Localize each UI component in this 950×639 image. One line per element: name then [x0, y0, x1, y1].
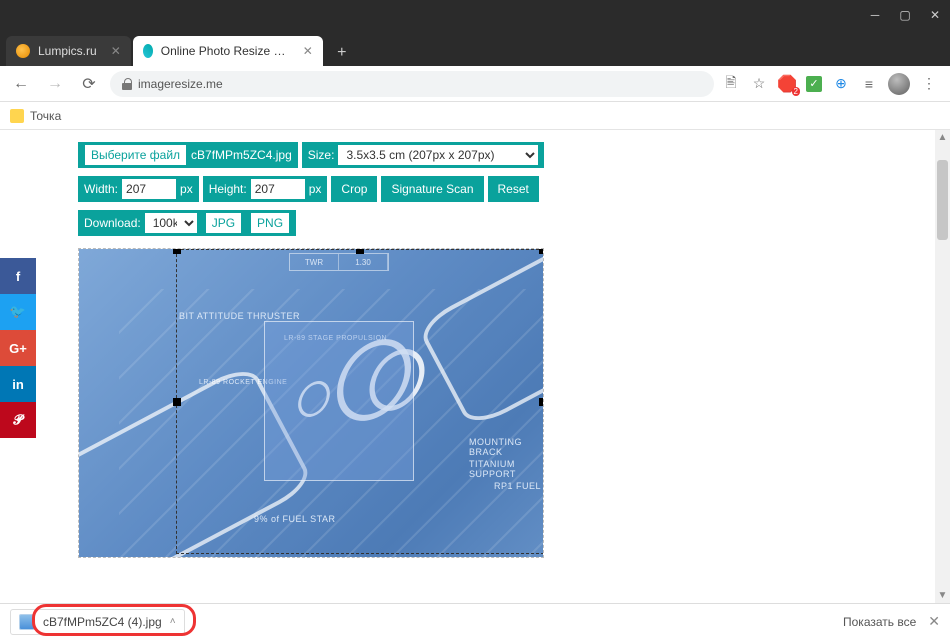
translate-icon[interactable]: 🖹: [722, 75, 740, 93]
downloads-bar-close-button[interactable]: ✕: [928, 613, 940, 630]
crop-bounds[interactable]: [176, 249, 544, 554]
favicon-icon: [143, 44, 153, 58]
vertical-scrollbar[interactable]: ▲ ▼: [935, 130, 950, 603]
width-unit: px: [180, 182, 193, 196]
width-label: Width:: [84, 182, 118, 196]
size-select[interactable]: 3.5x3.5 cm (207px x 207px): [338, 145, 538, 165]
window-titlebar: ─ ▢ ✕: [0, 0, 950, 30]
file-image-icon: [19, 614, 35, 630]
new-tab-button[interactable]: +: [329, 40, 355, 66]
lock-icon: [122, 78, 132, 90]
crop-handle-w[interactable]: [173, 398, 181, 406]
bookmarks-bar: Точка: [0, 102, 950, 130]
tab-lumpics[interactable]: Lumpics.ru ✕: [6, 36, 131, 66]
download-size-select[interactable]: 100kB: [145, 213, 197, 233]
profile-avatar[interactable]: [888, 73, 910, 95]
scrollbar-thumb[interactable]: [937, 160, 948, 240]
back-button[interactable]: ←: [8, 71, 34, 97]
choose-file-button[interactable]: Выберите файл: [84, 144, 187, 166]
download-png-button[interactable]: PNG: [250, 212, 290, 234]
downloads-bar: cB7fMPm5ZC4 (4).jpg ˄ Показать все ✕: [0, 603, 950, 639]
address-bar[interactable]: imageresize.me: [110, 71, 714, 97]
extension-adblock-icon[interactable]: 🛑 2: [778, 75, 796, 93]
tab-imageresize[interactable]: Online Photo Resize and Crop | F ✕: [133, 36, 323, 66]
share-linkedin-button[interactable]: in: [0, 366, 36, 402]
chosen-filename: cB7fMPm5ZC4.jpg: [191, 148, 292, 162]
star-icon[interactable]: ☆: [750, 75, 768, 93]
signature-scan-button[interactable]: Signature Scan: [381, 176, 483, 202]
download-jpg-button[interactable]: JPG: [205, 212, 242, 234]
file-size-row: Выберите файл cB7fMPm5ZC4.jpg Size: 3.5x…: [78, 142, 935, 176]
page-content: Выберите файл cB7fMPm5ZC4.jpg Size: 3.5x…: [0, 130, 935, 603]
bookmark-item[interactable]: Точка: [30, 109, 61, 123]
url-text: imageresize.me: [138, 77, 223, 91]
social-share-bar: f 🐦 G+ in 𝓟: [0, 258, 36, 438]
height-box: Height: px: [203, 176, 328, 202]
download-label: Download:: [84, 216, 141, 230]
show-all-downloads-link[interactable]: Показать все: [843, 615, 916, 629]
size-label: Size:: [308, 148, 335, 162]
reading-list-icon[interactable]: ≡: [860, 75, 878, 93]
file-picker[interactable]: Выберите файл cB7fMPm5ZC4.jpg: [78, 142, 298, 168]
page-viewport: Выберите файл cB7fMPm5ZC4.jpg Size: 3.5x…: [0, 130, 950, 603]
favicon-icon: [16, 44, 30, 58]
download-row: Download: 100kB JPG PNG: [78, 210, 935, 244]
dimensions-row: Width: px Height: px Crop Signature Scan…: [78, 176, 935, 210]
scroll-down-icon[interactable]: ▼: [935, 588, 950, 603]
share-facebook-button[interactable]: f: [0, 258, 36, 294]
window-close-button[interactable]: ✕: [920, 0, 950, 30]
reload-button[interactable]: ⟳: [76, 71, 102, 97]
window-maximize-button[interactable]: ▢: [890, 0, 920, 30]
folder-icon: [10, 109, 24, 123]
chevron-up-icon[interactable]: ˄: [170, 616, 176, 627]
width-input[interactable]: [122, 179, 176, 199]
scroll-up-icon[interactable]: ▲: [935, 130, 950, 145]
browser-tabstrip: Lumpics.ru ✕ Online Photo Resize and Cro…: [0, 30, 950, 66]
tab-close-icon[interactable]: ✕: [303, 44, 313, 58]
height-label: Height:: [209, 182, 247, 196]
browser-toolbar: ← → ⟳ imageresize.me 🖹 ☆ 🛑 2 ✓ ⊕ ≡ ⋮: [0, 66, 950, 102]
height-input[interactable]: [251, 179, 305, 199]
reset-button[interactable]: Reset: [488, 176, 539, 202]
tab-title: Lumpics.ru: [38, 44, 97, 58]
size-preset: Size: 3.5x3.5 cm (207px x 207px): [302, 142, 545, 168]
width-box: Width: px: [78, 176, 199, 202]
toolbar-right-icons: 🖹 ☆ 🛑 2 ✓ ⊕ ≡ ⋮: [722, 73, 942, 95]
crop-handle-nw[interactable]: [173, 248, 181, 254]
download-box: Download: 100kB JPG PNG: [78, 210, 296, 236]
window-minimize-button[interactable]: ─: [860, 0, 890, 30]
crop-handle-e[interactable]: [539, 398, 544, 406]
download-filename: cB7fMPm5ZC4 (4).jpg: [43, 615, 162, 629]
extension-check-icon[interactable]: ✓: [806, 76, 822, 92]
image-canvas[interactable]: TWR 1.30 BIT ATTITUDE THRUSTER LR-89 STA…: [78, 248, 544, 558]
forward-button[interactable]: →: [42, 71, 68, 97]
tab-close-icon[interactable]: ✕: [111, 44, 121, 58]
tab-title: Online Photo Resize and Crop | F: [161, 44, 289, 58]
crop-handle-ne[interactable]: [539, 248, 544, 254]
crop-handle-n[interactable]: [356, 248, 364, 254]
menu-icon[interactable]: ⋮: [920, 75, 938, 93]
download-item[interactable]: cB7fMPm5ZC4 (4).jpg ˄: [10, 609, 185, 635]
share-pinterest-button[interactable]: 𝓟: [0, 402, 36, 438]
share-twitter-button[interactable]: 🐦: [0, 294, 36, 330]
crop-button[interactable]: Crop: [331, 176, 377, 202]
share-googleplus-button[interactable]: G+: [0, 330, 36, 366]
height-unit: px: [309, 182, 322, 196]
extension-globe-icon[interactable]: ⊕: [832, 75, 850, 93]
